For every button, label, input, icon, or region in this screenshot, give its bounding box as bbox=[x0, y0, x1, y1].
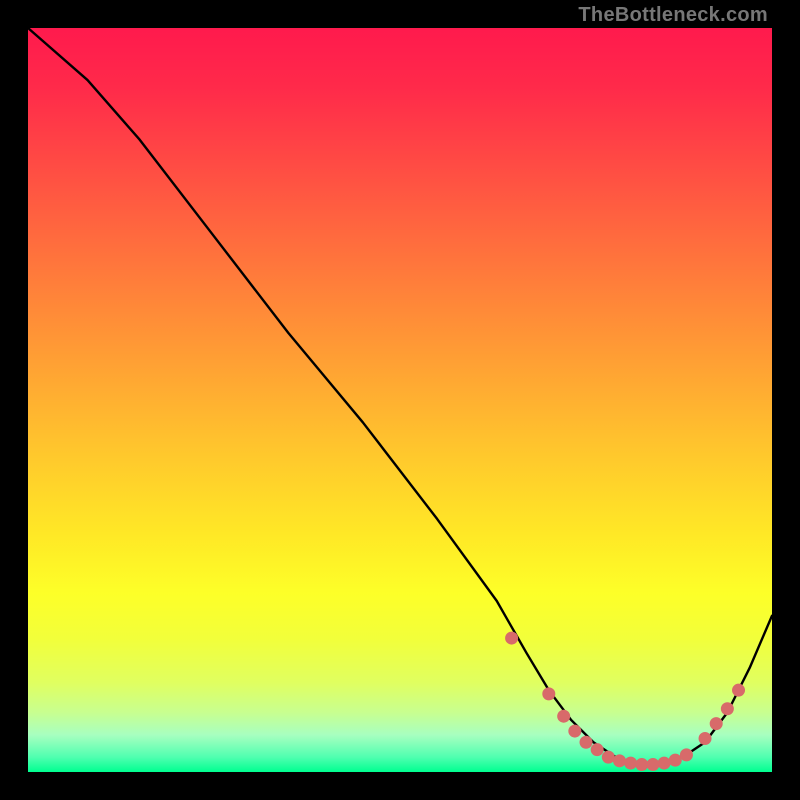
curve-marker bbox=[506, 632, 518, 644]
curve-marker bbox=[669, 754, 681, 766]
curve-marker bbox=[658, 757, 670, 769]
curve-marker bbox=[636, 759, 648, 771]
curve-marker bbox=[647, 759, 659, 771]
curve-markers-group bbox=[506, 632, 745, 770]
curve-marker bbox=[580, 736, 592, 748]
curve-marker bbox=[710, 718, 722, 730]
curve-marker bbox=[680, 749, 692, 761]
watermark-label: TheBottleneck.com bbox=[578, 4, 768, 27]
curve-marker bbox=[699, 733, 711, 745]
bottleneck-curve-line bbox=[28, 28, 772, 765]
curve-marker bbox=[625, 757, 637, 769]
curve-marker bbox=[602, 751, 614, 763]
curve-marker bbox=[733, 684, 745, 696]
curve-marker bbox=[721, 703, 733, 715]
curve-marker bbox=[613, 755, 625, 767]
frame-black-border: TheBottleneck.com bbox=[0, 0, 800, 800]
chart-svg bbox=[28, 28, 772, 772]
curve-marker bbox=[558, 710, 570, 722]
curve-marker bbox=[543, 688, 555, 700]
curve-marker bbox=[591, 744, 603, 756]
curve-marker bbox=[569, 725, 581, 737]
